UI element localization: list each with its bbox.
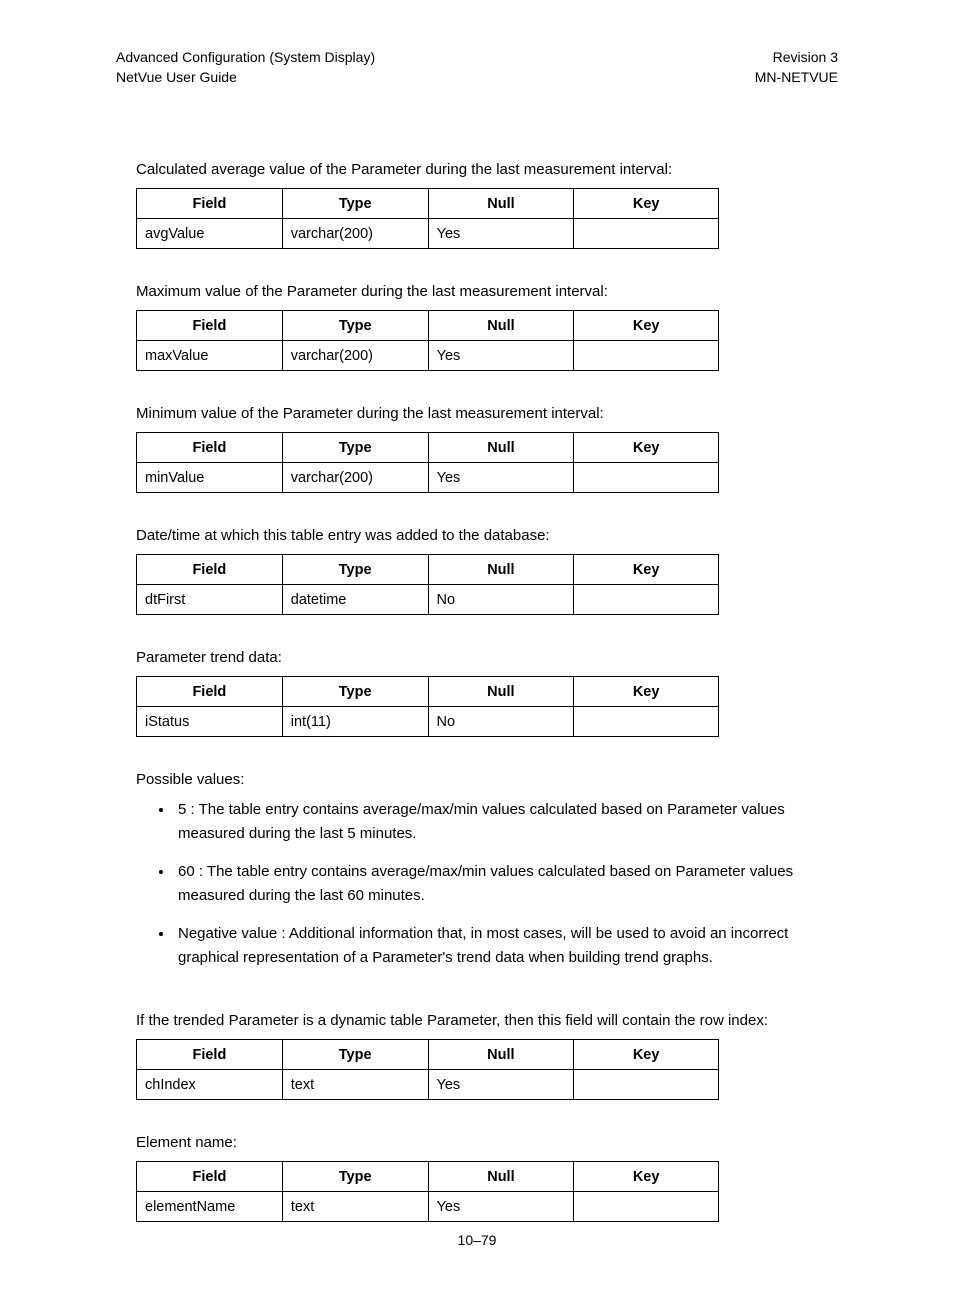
col-header-key: Key bbox=[574, 555, 719, 585]
col-header-field: Field bbox=[137, 677, 283, 707]
table-header-row: Field Type Null Key bbox=[137, 311, 719, 341]
header-doc-title: NetVue User Guide bbox=[116, 68, 375, 88]
possible-values-list: 5 : The table entry contains average/max… bbox=[174, 798, 838, 970]
page-header: Advanced Configuration (System Display) … bbox=[116, 48, 838, 87]
maxvalue-description: Maximum value of the Parameter during th… bbox=[136, 281, 838, 302]
cell-key bbox=[574, 219, 719, 249]
cell-type: int(11) bbox=[282, 707, 428, 737]
col-header-type: Type bbox=[282, 555, 428, 585]
cell-type: datetime bbox=[282, 585, 428, 615]
cell-field: maxValue bbox=[137, 341, 283, 371]
table-row: maxValue varchar(200) Yes bbox=[137, 341, 719, 371]
col-header-type: Type bbox=[282, 677, 428, 707]
table-row: dtFirst datetime No bbox=[137, 585, 719, 615]
minvalue-description: Minimum value of the Parameter during th… bbox=[136, 403, 838, 424]
header-revision: Revision 3 bbox=[755, 48, 838, 68]
table-header-row: Field Type Null Key bbox=[137, 677, 719, 707]
header-section-title: Advanced Configuration (System Display) bbox=[116, 48, 375, 68]
avgvalue-description: Calculated average value of the Paramete… bbox=[136, 159, 838, 180]
list-item: Negative value : Additional information … bbox=[174, 922, 838, 970]
table-row: elementName text Yes bbox=[137, 1192, 719, 1222]
cell-field: dtFirst bbox=[137, 585, 283, 615]
table-row: chIndex text Yes bbox=[137, 1070, 719, 1100]
cell-type: text bbox=[282, 1070, 428, 1100]
col-header-field: Field bbox=[137, 1040, 283, 1070]
col-header-type: Type bbox=[282, 311, 428, 341]
col-header-key: Key bbox=[574, 433, 719, 463]
table-header-row: Field Type Null Key bbox=[137, 189, 719, 219]
list-item: 5 : The table entry contains average/max… bbox=[174, 798, 838, 846]
table-row: iStatus int(11) No bbox=[137, 707, 719, 737]
col-header-field: Field bbox=[137, 433, 283, 463]
cell-null: No bbox=[428, 707, 574, 737]
cell-key bbox=[574, 341, 719, 371]
table-header-row: Field Type Null Key bbox=[137, 1162, 719, 1192]
cell-field: chIndex bbox=[137, 1070, 283, 1100]
col-header-null: Null bbox=[428, 1162, 574, 1192]
cell-field: minValue bbox=[137, 463, 283, 493]
chindex-table: Field Type Null Key chIndex text Yes bbox=[136, 1039, 719, 1100]
cell-key bbox=[574, 1070, 719, 1100]
cell-field: iStatus bbox=[137, 707, 283, 737]
elementname-description: Element name: bbox=[136, 1132, 838, 1153]
cell-field: elementName bbox=[137, 1192, 283, 1222]
col-header-null: Null bbox=[428, 433, 574, 463]
cell-type: text bbox=[282, 1192, 428, 1222]
dtfirst-description: Date/time at which this table entry was … bbox=[136, 525, 838, 546]
table-header-row: Field Type Null Key bbox=[137, 555, 719, 585]
col-header-field: Field bbox=[137, 189, 283, 219]
col-header-type: Type bbox=[282, 189, 428, 219]
cell-null: Yes bbox=[428, 463, 574, 493]
chindex-description: If the trended Parameter is a dynamic ta… bbox=[136, 1010, 838, 1031]
col-header-field: Field bbox=[137, 1162, 283, 1192]
col-header-key: Key bbox=[574, 1040, 719, 1070]
istatus-description: Parameter trend data: bbox=[136, 647, 838, 668]
col-header-key: Key bbox=[574, 189, 719, 219]
cell-field: avgValue bbox=[137, 219, 283, 249]
istatus-table: Field Type Null Key iStatus int(11) No bbox=[136, 676, 719, 737]
cell-key bbox=[574, 1192, 719, 1222]
col-header-type: Type bbox=[282, 1040, 428, 1070]
header-doc-code: MN-NETVUE bbox=[755, 68, 838, 88]
possible-values-label: Possible values: bbox=[136, 769, 838, 790]
cell-null: Yes bbox=[428, 1192, 574, 1222]
cell-null: Yes bbox=[428, 1070, 574, 1100]
table-row: minValue varchar(200) Yes bbox=[137, 463, 719, 493]
col-header-key: Key bbox=[574, 677, 719, 707]
header-right: Revision 3 MN-NETVUE bbox=[755, 48, 838, 87]
maxvalue-table: Field Type Null Key maxValue varchar(200… bbox=[136, 310, 719, 371]
col-header-type: Type bbox=[282, 433, 428, 463]
avgvalue-table: Field Type Null Key avgValue varchar(200… bbox=[136, 188, 719, 249]
col-header-null: Null bbox=[428, 555, 574, 585]
minvalue-table: Field Type Null Key minValue varchar(200… bbox=[136, 432, 719, 493]
cell-type: varchar(200) bbox=[282, 219, 428, 249]
col-header-key: Key bbox=[574, 1162, 719, 1192]
elementname-table: Field Type Null Key elementName text Yes bbox=[136, 1161, 719, 1222]
dtfirst-table: Field Type Null Key dtFirst datetime No bbox=[136, 554, 719, 615]
col-header-field: Field bbox=[137, 555, 283, 585]
list-item: 60 : The table entry contains average/ma… bbox=[174, 860, 838, 908]
cell-null: Yes bbox=[428, 219, 574, 249]
col-header-type: Type bbox=[282, 1162, 428, 1192]
col-header-field: Field bbox=[137, 311, 283, 341]
cell-type: varchar(200) bbox=[282, 341, 428, 371]
col-header-null: Null bbox=[428, 189, 574, 219]
table-header-row: Field Type Null Key bbox=[137, 433, 719, 463]
cell-null: No bbox=[428, 585, 574, 615]
cell-key bbox=[574, 585, 719, 615]
col-header-null: Null bbox=[428, 677, 574, 707]
cell-key bbox=[574, 707, 719, 737]
table-row: avgValue varchar(200) Yes bbox=[137, 219, 719, 249]
col-header-null: Null bbox=[428, 311, 574, 341]
cell-key bbox=[574, 463, 719, 493]
col-header-null: Null bbox=[428, 1040, 574, 1070]
col-header-key: Key bbox=[574, 311, 719, 341]
header-left: Advanced Configuration (System Display) … bbox=[116, 48, 375, 87]
table-header-row: Field Type Null Key bbox=[137, 1040, 719, 1070]
cell-null: Yes bbox=[428, 341, 574, 371]
cell-type: varchar(200) bbox=[282, 463, 428, 493]
